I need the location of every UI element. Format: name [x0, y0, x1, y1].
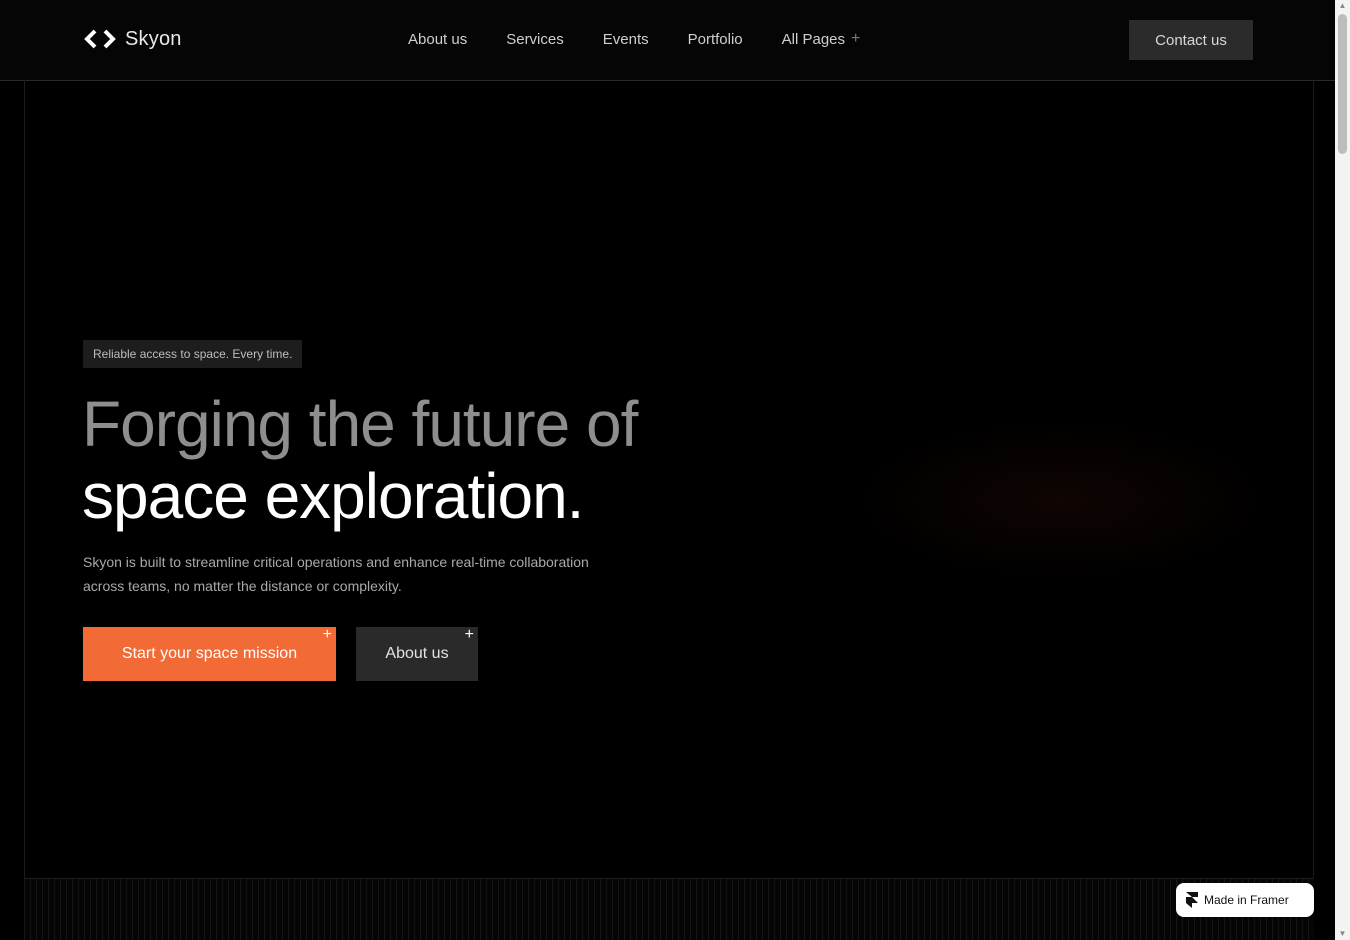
background-glow [850, 420, 1270, 580]
page-scrollbar[interactable]: ▲ ▼ [1335, 0, 1350, 940]
logo[interactable]: Skyon [83, 26, 182, 52]
hero-headline-line1: Forging the future of [82, 388, 638, 460]
about-us-button[interactable]: About us + [356, 627, 478, 681]
frame-line-left [24, 80, 25, 880]
hero-description: Skyon is built to streamline critical op… [83, 554, 589, 594]
scroll-down-arrow-icon[interactable]: ▼ [1335, 928, 1350, 940]
scroll-up-arrow-icon[interactable]: ▲ [1335, 0, 1350, 12]
scrollbar-thumb[interactable] [1338, 14, 1347, 154]
made-in-framer-label: Made in Framer [1204, 893, 1289, 907]
hero-eyebrow-tag: Reliable access to space. Every time. [83, 340, 303, 368]
start-mission-button[interactable]: Start your space mission + [83, 627, 336, 681]
nav-events[interactable]: Events [603, 30, 649, 48]
striped-band [24, 879, 1314, 940]
start-mission-label: Start your space mission [121, 645, 298, 662]
nav-portfolio[interactable]: Portfolio [688, 30, 743, 48]
nav-all-pages-label: All Pages [781, 30, 846, 48]
frame-line-right [1313, 80, 1314, 880]
hero-headline-line2: space exploration. [82, 460, 584, 532]
main-nav: About us Services Events Portfolio All P… [408, 30, 860, 48]
nav-about-us[interactable]: About us [408, 30, 467, 48]
plus-icon: + [851, 30, 861, 47]
code-brackets-icon [84, 29, 116, 49]
plus-icon: + [464, 626, 474, 643]
framer-icon [1186, 892, 1198, 908]
plus-icon: + [322, 626, 332, 643]
brand-name: Skyon [125, 27, 182, 50]
nav-all-pages[interactable]: All Pages + [782, 30, 861, 48]
site-header: Skyon About us Services Events Portfolio… [0, 0, 1335, 81]
about-us-label: About us [385, 645, 449, 662]
nav-services[interactable]: Services [506, 30, 564, 48]
made-in-framer-badge[interactable]: Made in Framer [1176, 883, 1314, 917]
contact-us-button[interactable]: Contact us [1129, 20, 1253, 60]
hero-headline: Forging the future of space exploration. [82, 388, 638, 532]
